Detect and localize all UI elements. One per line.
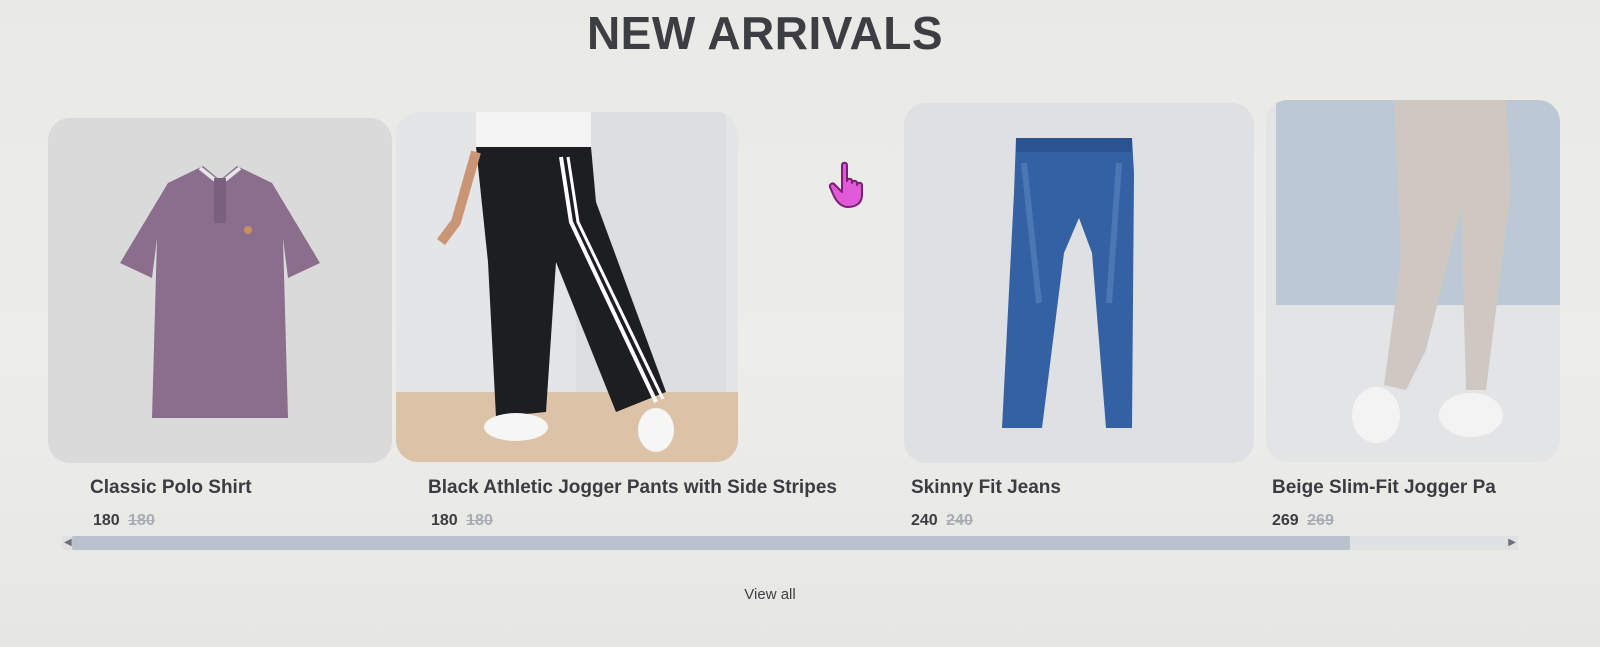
current-price: 180 xyxy=(431,512,458,529)
page-title: NEW ARRIVALS xyxy=(586,7,944,59)
beige-jogger-icon xyxy=(1266,100,1560,462)
current-price: 269 xyxy=(1272,512,1299,529)
current-price: 180 xyxy=(93,512,120,529)
original-price: 240 xyxy=(946,512,973,529)
product-price: 180 180 xyxy=(93,512,155,530)
product-image[interactable] xyxy=(904,103,1254,463)
product-price: 269 269 xyxy=(1272,512,1334,530)
original-price: 180 xyxy=(128,512,155,529)
view-all-link[interactable]: View all xyxy=(720,586,820,603)
polo-shirt-icon xyxy=(48,118,392,463)
original-price: 180 xyxy=(466,512,493,529)
product-price: 240 240 xyxy=(911,512,973,530)
scrollbar-thumb[interactable] xyxy=(72,536,1350,550)
product-image[interactable] xyxy=(396,112,738,462)
product-name[interactable]: Classic Polo Shirt xyxy=(90,477,390,499)
jogger-pants-icon xyxy=(396,112,738,462)
scroll-right-icon[interactable]: ▶ xyxy=(1508,537,1516,549)
current-price: 240 xyxy=(911,512,938,529)
product-name[interactable]: Skinny Fit Jeans xyxy=(911,477,1211,499)
product-name[interactable]: Black Athletic Jogger Pants with Side St… xyxy=(428,477,888,499)
hand-pointer-icon xyxy=(828,161,863,208)
product-price: 180 180 xyxy=(431,512,493,530)
original-price: 269 xyxy=(1307,512,1334,529)
scroll-left-icon[interactable]: ◀ xyxy=(64,537,72,549)
product-name[interactable]: Beige Slim-Fit Jogger Pa xyxy=(1272,477,1530,499)
product-image[interactable] xyxy=(48,118,392,463)
product-image[interactable] xyxy=(1266,100,1560,462)
horizontal-scrollbar[interactable]: ◀ ▶ xyxy=(62,536,1518,550)
jeans-icon xyxy=(904,103,1254,463)
